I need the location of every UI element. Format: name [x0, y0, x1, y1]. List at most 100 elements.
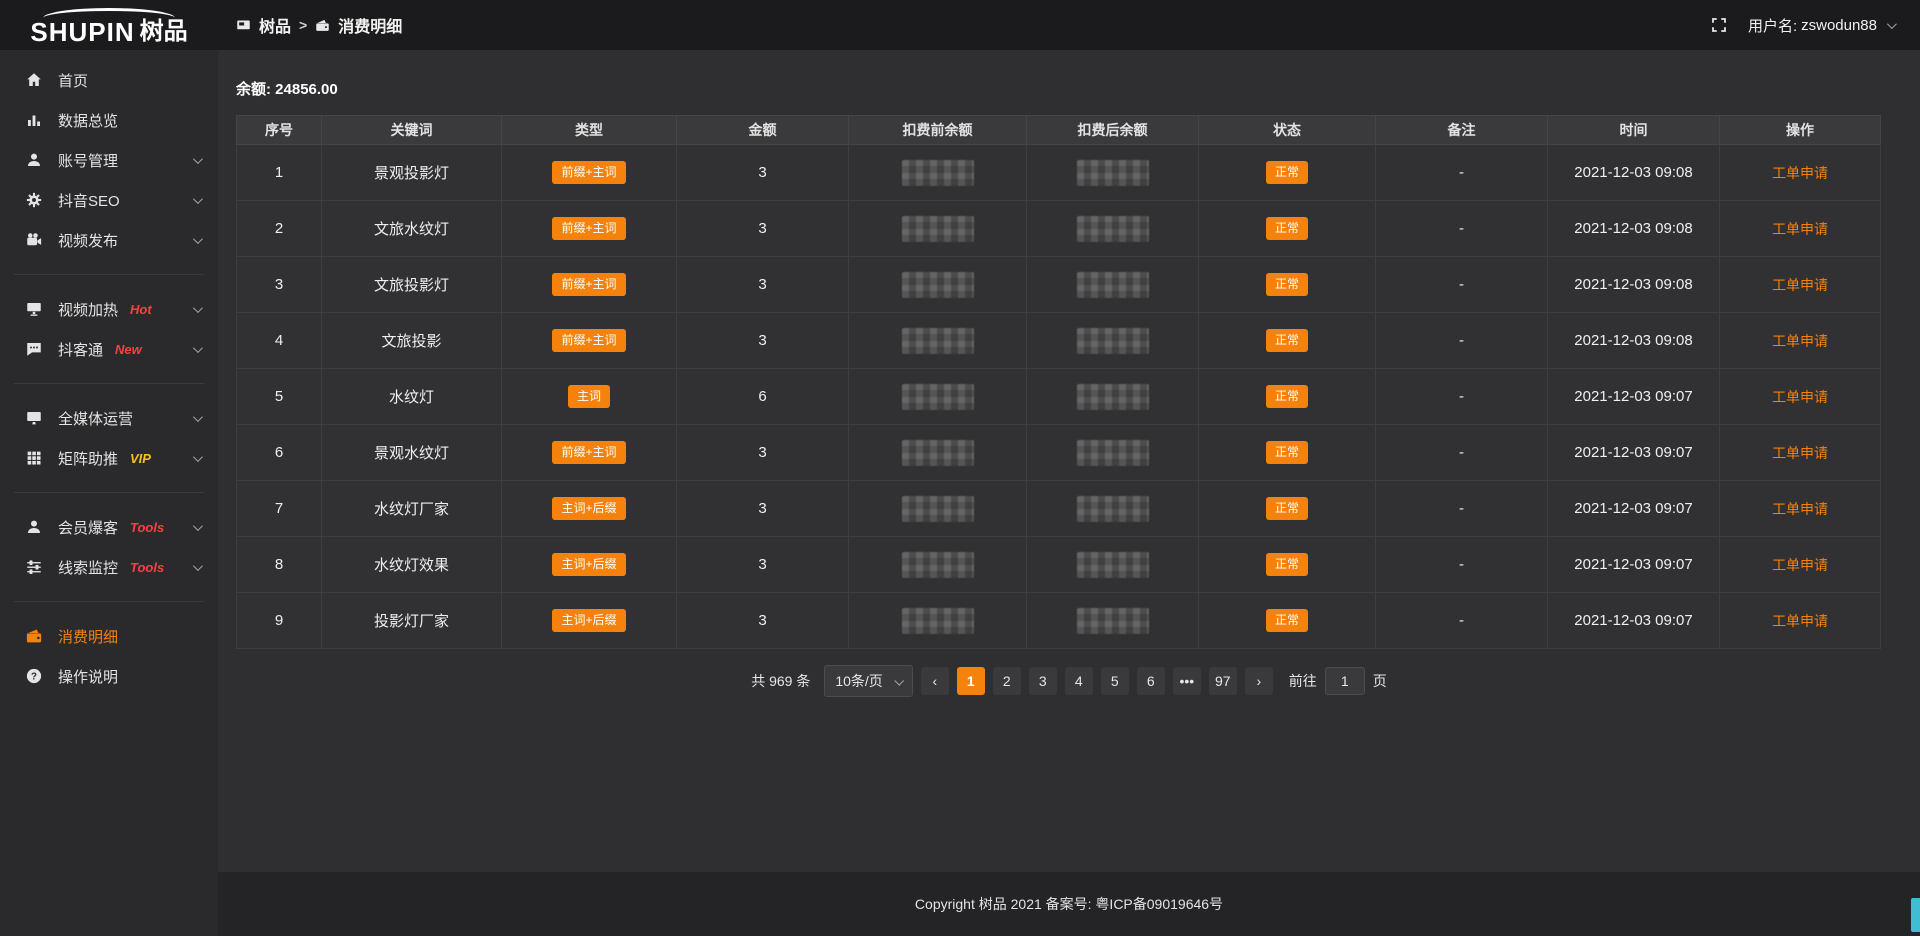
cell-action: 工单申请 [1720, 257, 1881, 313]
cell-keyword: 景观投影灯 [322, 145, 502, 201]
sidebar-item-consumption-detail[interactable]: 消费明细 [0, 616, 218, 656]
cell-type: 主词 [502, 369, 677, 425]
blurred-balance [902, 216, 974, 242]
sidebar-item-all-media-operation[interactable]: 全媒体运营 [0, 398, 218, 438]
cell-keyword: 景观水纹灯 [322, 425, 502, 481]
chevron-down-icon [193, 154, 203, 164]
table-row: 7水纹灯厂家主词+后缀3正常-2021-12-03 09:07工单申请 [237, 481, 1881, 537]
cell-seq: 4 [237, 313, 322, 369]
work-order-link[interactable]: 工单申请 [1772, 221, 1828, 237]
table-row: 1景观投影灯前缀+主词3正常-2021-12-03 09:08工单申请 [237, 145, 1881, 201]
cell-balance_after [1027, 369, 1199, 425]
breadcrumb-current: 消费明细 [338, 13, 402, 37]
column-header-seq: 序号 [237, 116, 322, 145]
sidebar-item-matrix-boost[interactable]: 矩阵助推VIP [0, 438, 218, 478]
blurred-balance [1077, 384, 1149, 410]
work-order-link[interactable]: 工单申请 [1772, 165, 1828, 181]
cell-remark: - [1376, 313, 1548, 369]
column-header-action: 操作 [1720, 116, 1881, 145]
goto-page-input[interactable] [1325, 667, 1365, 695]
cell-time: 2021-12-03 09:08 [1548, 313, 1720, 369]
sidebar-item-label: 数据总览 [58, 110, 118, 131]
cell-time: 2021-12-03 09:08 [1548, 201, 1720, 257]
sidebar-item-home[interactable]: 首页 [0, 60, 218, 100]
cell-remark: - [1376, 593, 1548, 649]
page-ellipsis-button[interactable]: ••• [1173, 667, 1201, 695]
work-order-link[interactable]: 工单申请 [1772, 277, 1828, 293]
cell-status: 正常 [1199, 537, 1376, 593]
app-logo: SHUPIN 树品 [0, 6, 218, 45]
status-badge: 正常 [1266, 553, 1308, 575]
sidebar-item-operation-guide[interactable]: ?操作说明 [0, 656, 218, 696]
sidebar-item-clue-monitor[interactable]: 线索监控Tools [0, 547, 218, 587]
page-button-2[interactable]: 2 [993, 667, 1021, 695]
page-size-select[interactable]: 10条/页 [824, 665, 912, 697]
cell-action: 工单申请 [1720, 537, 1881, 593]
total-count: 共 969 条 [751, 671, 810, 691]
fullscreen-icon[interactable] [1710, 16, 1728, 34]
blurred-balance [902, 440, 974, 466]
page-button-5[interactable]: 5 [1101, 667, 1129, 695]
cell-balance_before [849, 201, 1027, 257]
breadcrumb: 树品 > 消费明细 [236, 13, 402, 37]
cell-time: 2021-12-03 09:07 [1548, 481, 1720, 537]
chevron-down-icon [193, 303, 203, 313]
sidebar-item-label: 抖客通 [58, 339, 103, 360]
sidebar-item-douyin-seo[interactable]: 抖音SEO [0, 180, 218, 220]
cell-remark: - [1376, 257, 1548, 313]
page-button-6[interactable]: 6 [1137, 667, 1165, 695]
blurred-balance [1077, 496, 1149, 522]
cell-keyword: 文旅投影 [322, 313, 502, 369]
column-header-type: 类型 [502, 116, 677, 145]
member-icon [24, 517, 44, 537]
sidebar-item-data-overview[interactable]: 数据总览 [0, 100, 218, 140]
sidebar-item-douketong[interactable]: 抖客通New [0, 329, 218, 369]
work-order-link[interactable]: 工单申请 [1772, 557, 1828, 573]
main-content: 余额: 24856.00 序号关键词类型金额扣费前余额扣费后余额状态备注时间操作… [218, 50, 1920, 936]
breadcrumb-home[interactable]: 树品 [259, 13, 291, 37]
sidebar-item-member-baoke[interactable]: 会员爆客Tools [0, 507, 218, 547]
type-badge: 前缀+主词 [552, 441, 625, 463]
cell-action: 工单申请 [1720, 313, 1881, 369]
video-camera-icon [24, 230, 44, 250]
page-button-1[interactable]: 1 [957, 667, 985, 695]
page-button-97[interactable]: 97 [1209, 667, 1237, 695]
table-row: 9投影灯厂家主词+后缀3正常-2021-12-03 09:07工单申请 [237, 593, 1881, 649]
sidebar-item-video-heating[interactable]: 视频加热Hot [0, 289, 218, 329]
cell-seq: 9 [237, 593, 322, 649]
sidebar-item-label: 账号管理 [58, 150, 118, 171]
cell-balance_after [1027, 313, 1199, 369]
work-order-link[interactable]: 工单申请 [1772, 445, 1828, 461]
sidebar-item-video-publish[interactable]: 视频发布 [0, 220, 218, 260]
type-badge: 主词+后缀 [552, 609, 625, 631]
cell-balance_before [849, 481, 1027, 537]
work-order-link[interactable]: 工单申请 [1772, 389, 1828, 405]
next-page-button[interactable]: › [1245, 667, 1273, 695]
sidebar-item-label: 首页 [58, 70, 88, 91]
blurred-balance [902, 160, 974, 186]
work-order-link[interactable]: 工单申请 [1772, 333, 1828, 349]
status-badge: 正常 [1266, 497, 1308, 519]
column-header-remark: 备注 [1376, 116, 1548, 145]
breadcrumb-wallet-icon [315, 18, 330, 33]
sidebar-item-account-management[interactable]: 账号管理 [0, 140, 218, 180]
cell-type: 前缀+主词 [502, 313, 677, 369]
corner-widget[interactable] [1911, 898, 1920, 932]
chevron-down-icon [193, 452, 203, 462]
sidebar-item-tag: Tools [130, 560, 164, 575]
prev-page-button[interactable]: ‹ [921, 667, 949, 695]
cell-status: 正常 [1199, 369, 1376, 425]
page-button-3[interactable]: 3 [1029, 667, 1057, 695]
work-order-link[interactable]: 工单申请 [1772, 613, 1828, 629]
status-badge: 正常 [1266, 329, 1308, 351]
type-badge: 前缀+主词 [552, 217, 625, 239]
cell-balance_after [1027, 425, 1199, 481]
work-order-link[interactable]: 工单申请 [1772, 501, 1828, 517]
blurred-balance [1077, 328, 1149, 354]
chevron-down-icon [193, 343, 203, 353]
cell-seq: 3 [237, 257, 322, 313]
cell-type: 前缀+主词 [502, 257, 677, 313]
user-menu[interactable]: 用户名: zswodun88 [1748, 15, 1894, 36]
page-button-4[interactable]: 4 [1065, 667, 1093, 695]
display-icon [24, 299, 44, 319]
